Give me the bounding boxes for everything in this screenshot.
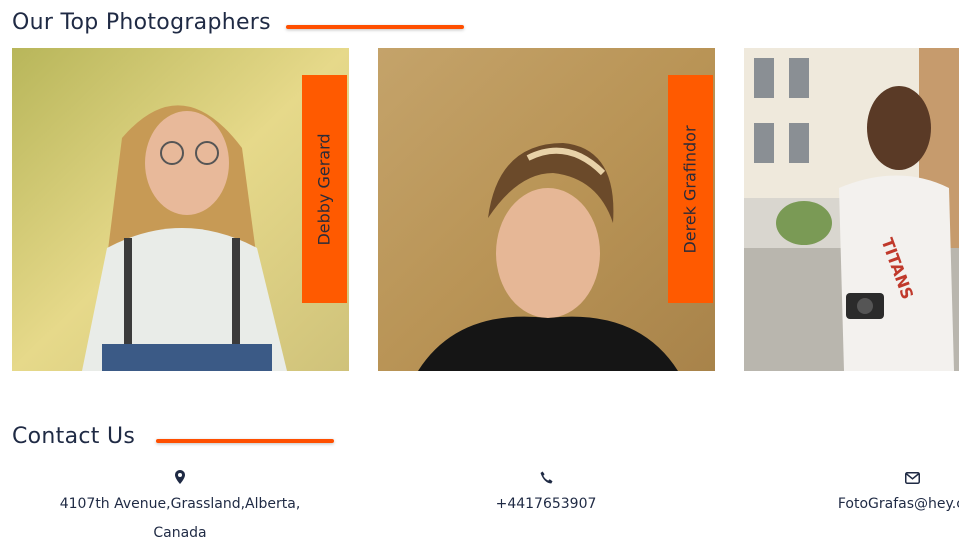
- email-address-link[interactable]: FotoGrafas@hey.com: [762, 490, 959, 519]
- woman-with-glasses-photo: [12, 48, 349, 371]
- map-pin-icon: [30, 466, 330, 486]
- photographer-card-derek[interactable]: Derek Grafindor: [378, 48, 715, 371]
- envelope-icon: [762, 466, 959, 486]
- contact-phone: +4417653907: [396, 466, 696, 519]
- contact-address: 4107th Avenue,Grassland,Alberta, Canada: [30, 466, 330, 548]
- phone-icon: [396, 466, 696, 486]
- address-line-2: Canada: [153, 525, 207, 541]
- man-with-camera-street-photo: TITANS: [744, 48, 959, 371]
- address-line-1: 4107th Avenue,Grassland,Alberta,: [59, 496, 301, 512]
- contact-title: Contact Us: [12, 424, 136, 449]
- phone-number-link[interactable]: +4417653907: [396, 490, 696, 519]
- title-underline: [286, 25, 464, 29]
- photographers-title: Our Top Photographers: [12, 10, 271, 35]
- contact-email: FotoGrafas@hey.com: [762, 466, 959, 519]
- photographer-name-tag: Debby Gerard: [302, 75, 347, 303]
- contact-title-underline: [156, 439, 334, 443]
- photographer-name: Debby Gerard: [315, 132, 335, 246]
- photographer-card-debby[interactable]: Debby Gerard: [12, 48, 349, 371]
- photographer-card-third[interactable]: TITANS: [744, 48, 959, 371]
- photographer-name-tag: Derek Grafindor: [668, 75, 713, 303]
- young-man-portrait-photo: [378, 48, 715, 371]
- photographer-name: Derek Grafindor: [681, 124, 701, 254]
